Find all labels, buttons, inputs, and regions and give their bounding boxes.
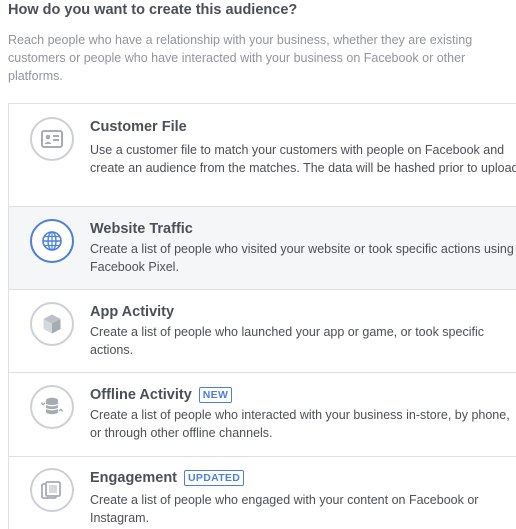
updated-badge: UPDATED: [184, 470, 245, 486]
globe-icon: [30, 219, 74, 263]
option-title: Engagement UPDATED: [90, 469, 245, 487]
cube-icon: [30, 302, 74, 346]
intro-text: Reach people who have a relationship wit…: [8, 33, 473, 83]
option-description: Create a list of people who launched you…: [90, 325, 484, 357]
option-title: Customer File: [90, 119, 187, 135]
option-description: Create a list of people who engaged with…: [90, 493, 479, 525]
layered-content-icon: [30, 468, 74, 512]
option-description: Use a customer file to match your custom…: [90, 143, 516, 175]
database-sync-icon: [30, 385, 74, 429]
option-offline-activity[interactable]: Offline Activity NEW Create a list of pe…: [9, 373, 516, 457]
contact-card-icon: [30, 117, 74, 161]
page-title: How do you want to create this audience?: [8, 2, 298, 18]
audience-source-list: Customer File Use a customer file to mat…: [8, 103, 516, 529]
option-title: App Activity: [90, 304, 175, 320]
option-title: Offline Activity NEW: [90, 386, 233, 404]
option-app-activity[interactable]: App Activity Create a list of people who…: [9, 290, 516, 373]
option-website-traffic[interactable]: Website Traffic Create a list of people …: [9, 207, 516, 290]
new-badge: NEW: [198, 387, 233, 403]
option-description: Create a list of people who visited your…: [90, 242, 514, 274]
option-title: Website Traffic: [90, 221, 193, 237]
option-engagement[interactable]: Engagement UPDATED Create a list of peop…: [9, 457, 516, 529]
option-customer-file[interactable]: Customer File Use a customer file to mat…: [9, 104, 516, 207]
option-description: Create a list of people who interacted w…: [90, 408, 510, 440]
create-audience-panel: How do you want to create this audience?…: [0, 0, 516, 529]
